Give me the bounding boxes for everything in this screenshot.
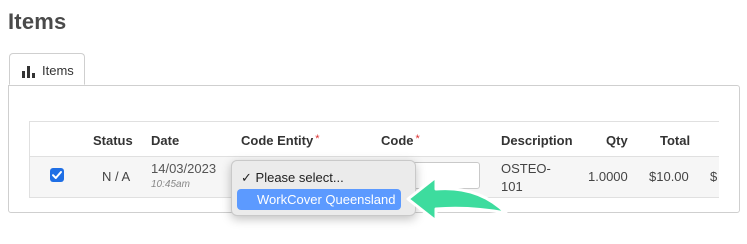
code-entity-header-label: Code Entity — [241, 133, 314, 148]
required-marker: * — [315, 133, 320, 145]
column-header-code-entity: Code Entity * — [241, 133, 320, 148]
bar-chart-icon — [22, 65, 35, 83]
qty-value: 1.0000 — [588, 169, 628, 184]
code-header-label: Code — [381, 133, 414, 148]
checkmark-icon — [52, 171, 62, 179]
status-value: N / A — [102, 169, 131, 184]
check-icon: ✓ — [241, 170, 252, 185]
header-divider — [29, 156, 719, 157]
column-header-description: Description — [501, 133, 573, 148]
column-header-code: Code * — [381, 133, 420, 148]
date-value: 14/03/2023 — [151, 161, 217, 176]
page-title: Items — [8, 9, 67, 34]
column-header-total: Total — [660, 133, 691, 148]
time-value: 10:45am — [151, 179, 190, 190]
option-please-select[interactable]: ✓ Please select... — [241, 170, 344, 186]
tab-label: Items — [42, 63, 74, 78]
table-left-border — [29, 121, 30, 198]
row-select-checkbox[interactable] — [50, 168, 64, 182]
option-label: Please select... — [255, 170, 344, 185]
required-marker: * — [415, 133, 420, 145]
code-entity-dropdown[interactable]: ✓ Please select... WorkCover Queensland — [231, 160, 416, 216]
column-header-date: Date — [151, 133, 180, 148]
column-header-status: Status — [93, 133, 133, 148]
table-top-border — [29, 121, 719, 122]
total-value: $10.00 — [649, 169, 689, 184]
column-header-qty: Qty — [606, 133, 628, 148]
overflow-value: $ — [710, 169, 718, 184]
tab-items[interactable]: Items — [9, 53, 85, 85]
pointer-arrow-icon — [406, 175, 508, 223]
option-workcover-queensland[interactable]: WorkCover Queensland — [237, 189, 401, 210]
